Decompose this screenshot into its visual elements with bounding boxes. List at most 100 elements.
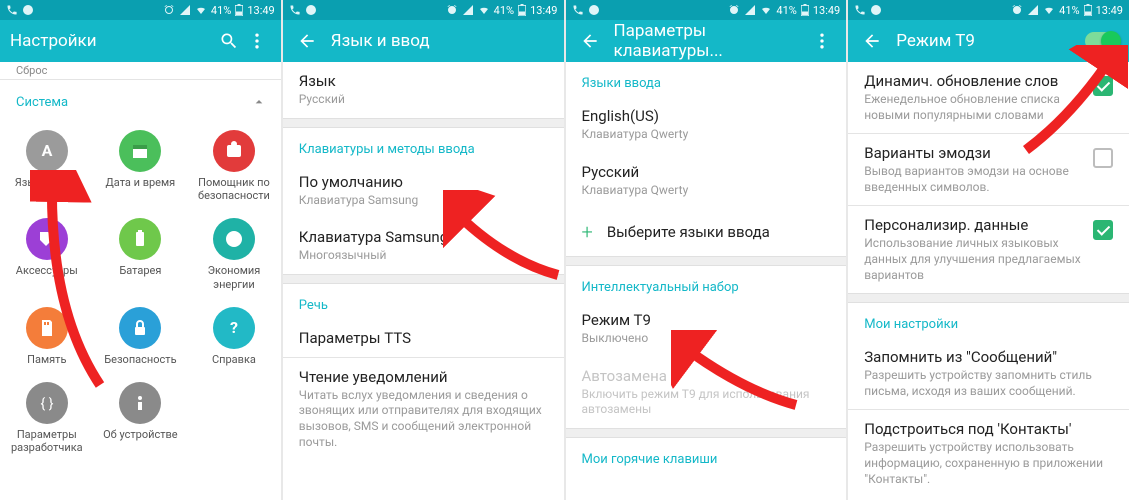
pref-row: Автозамена Включить режим Т9 для использо… [566, 357, 847, 428]
tile-label: Язык и ввод [15, 176, 79, 189]
section-system[interactable]: Система [0, 80, 281, 116]
pref-subtitle: Включить режим Т9 для использования авто… [582, 387, 831, 418]
tile-label: Аксессуары [16, 264, 78, 277]
more-button[interactable] [243, 27, 271, 55]
pref-row[interactable]: Режим Т9Выключено [566, 301, 847, 357]
back-button[interactable] [293, 27, 321, 55]
page-title: Настройки [10, 31, 215, 51]
section-header: Мои горячие клавиши [566, 438, 847, 473]
pref-row[interactable]: Варианты эмодзи Вывод вариантов эмодзи на… [848, 134, 1129, 205]
settings-tile-3[interactable]: Аксессуары [0, 210, 94, 298]
settings-tile-6[interactable]: Память [0, 299, 94, 374]
checkbox[interactable] [1093, 148, 1113, 168]
section-header: Языки ввода [566, 62, 847, 97]
content: Динамич. обновление слов Еженедельное обн… [848, 62, 1129, 500]
content: Языки вводаEnglish(US)Клавиатура QwertyР… [566, 62, 847, 500]
pref-subtitle: Читать вслух уведомления и сведения о зв… [299, 388, 548, 450]
add-language-row[interactable]: +Выберите языки ввода [566, 208, 847, 256]
pref-title: По умолчанию [299, 173, 548, 191]
pref-title: Автозамена [582, 367, 831, 385]
page-title: Режим Т9 [896, 31, 1085, 51]
pref-title: Динамич. обновление слов [864, 72, 1083, 90]
tile-label: Дата и время [106, 176, 176, 189]
tile-icon: ? [213, 307, 255, 349]
pref-subtitle: Клавиатура Qwerty [582, 183, 831, 199]
pref-row[interactable]: Персонализир. данныеИспользование личных… [848, 206, 1129, 293]
content: Сброс Система AЯзык и ввод Дата и время По… [0, 62, 281, 500]
phone-t9-mode: 41% 13:49 Режим Т9 Динамич. обновление с… [848, 0, 1129, 500]
pref-subtitle: Клавиатура Samsung [299, 193, 548, 209]
pref-row[interactable]: Язык Русский [283, 62, 564, 118]
tile-icon: { } [26, 382, 68, 424]
settings-tile-8[interactable]: ?Справка [187, 299, 281, 374]
back-button[interactable] [858, 27, 886, 55]
pref-title: Запомнить из "Сообщений" [864, 348, 1113, 366]
battery-icon [1084, 4, 1092, 16]
pref-subtitle: Вывод вариантов эмодзи на основе введенн… [864, 164, 1083, 195]
pref-title: Варианты эмодзи [864, 144, 1083, 162]
pref-title: Язык [299, 72, 548, 90]
back-button[interactable] [576, 27, 604, 55]
pref-title: Подстроиться под 'Контакты' [864, 420, 1113, 438]
pref-title: English(US) [582, 107, 831, 125]
checkbox[interactable] [1093, 220, 1113, 240]
pref-row[interactable]: Клавиатура SamsungМногоязычный [283, 218, 564, 274]
master-toggle[interactable] [1085, 32, 1119, 50]
pref-row[interactable]: Динамич. обновление слов Еженедельное обн… [848, 62, 1129, 133]
battery-icon [801, 4, 809, 16]
tile-icon [213, 130, 255, 172]
status-bar: 41% 13:49 [848, 0, 1129, 20]
settings-tile-10[interactable]: Об устройстве [94, 374, 188, 462]
checkbox[interactable] [1093, 76, 1113, 96]
settings-tile-5[interactable]: Экономия энергии [187, 210, 281, 298]
app-bar: Язык и ввод [283, 20, 564, 62]
pref-row[interactable]: Подстроиться под 'Контакты' Разрешить уст… [848, 410, 1129, 497]
pref-subtitle: Русский [299, 92, 548, 108]
signal-icon [179, 4, 191, 16]
tile-icon [119, 382, 161, 424]
tile-icon [119, 218, 161, 260]
pref-row[interactable]: Параметры TTS [283, 319, 564, 357]
tile-label: Батарея [119, 264, 161, 277]
svg-text:{ }: { } [40, 396, 53, 412]
pref-subtitle: Разрешить устройству запомнить стиль пис… [864, 368, 1113, 399]
phone-icon [6, 4, 18, 16]
tile-label: Память [27, 353, 66, 366]
battery-icon [518, 4, 526, 16]
pref-subtitle: Использование личных языковых данных для… [864, 236, 1083, 283]
phone-keyboard-params: 41% 13:49 Параметры клавиатуры... Языки … [566, 0, 847, 500]
more-button[interactable] [808, 27, 836, 55]
settings-tile-2[interactable]: Помощник по безопасности [187, 122, 281, 210]
pref-subtitle: Разрешить устройству использовать информ… [864, 440, 1113, 487]
alarm-icon [1011, 4, 1023, 16]
pref-row[interactable]: По умолчанию Клавиатура Samsung [283, 163, 564, 219]
pref-title: Параметры TTS [299, 329, 548, 347]
search-button[interactable] [215, 27, 243, 55]
pref-subtitle: Клавиатура Qwerty [582, 127, 831, 143]
tile-icon [213, 218, 255, 260]
pref-row[interactable]: Чтение уведомленийЧитать вслух уведомлен… [283, 358, 564, 460]
section-divider [848, 293, 1129, 303]
pref-row[interactable]: РусскийКлавиатура Qwerty [566, 153, 847, 209]
alarm-icon [163, 4, 175, 16]
svg-text:?: ? [230, 318, 238, 337]
pref-row[interactable]: English(US) Клавиатура Qwerty [566, 97, 847, 153]
settings-tile-7[interactable]: Безопасность [94, 299, 188, 374]
pref-subtitle: Еженедельное обновление списка новыми по… [864, 92, 1083, 123]
settings-tile-0[interactable]: AЯзык и ввод [0, 122, 94, 210]
section-header: Речь [283, 284, 564, 319]
tile-icon [119, 307, 161, 349]
settings-tile-9[interactable]: { } Параметры разработчика [0, 374, 94, 462]
content: ЯзыкРусскийКлавиатуры и методы вводаПо у… [283, 62, 564, 500]
truncated-row[interactable]: Сброс [0, 62, 281, 79]
pref-subtitle: Выключено [582, 331, 831, 347]
status-bar: 41% 13:49 [566, 0, 847, 20]
settings-tile-1[interactable]: Дата и время [94, 122, 188, 210]
section-header: Клавиатуры и методы ввода [283, 128, 564, 163]
tile-label: Параметры разработчика [4, 428, 90, 454]
viber-icon [22, 4, 34, 16]
pref-row[interactable]: Запомнить из "Сообщений" Разрешить устрой… [848, 338, 1129, 409]
settings-tile-4[interactable]: Батарея [94, 210, 188, 298]
tile-icon [119, 130, 161, 172]
battery-icon [235, 4, 243, 16]
